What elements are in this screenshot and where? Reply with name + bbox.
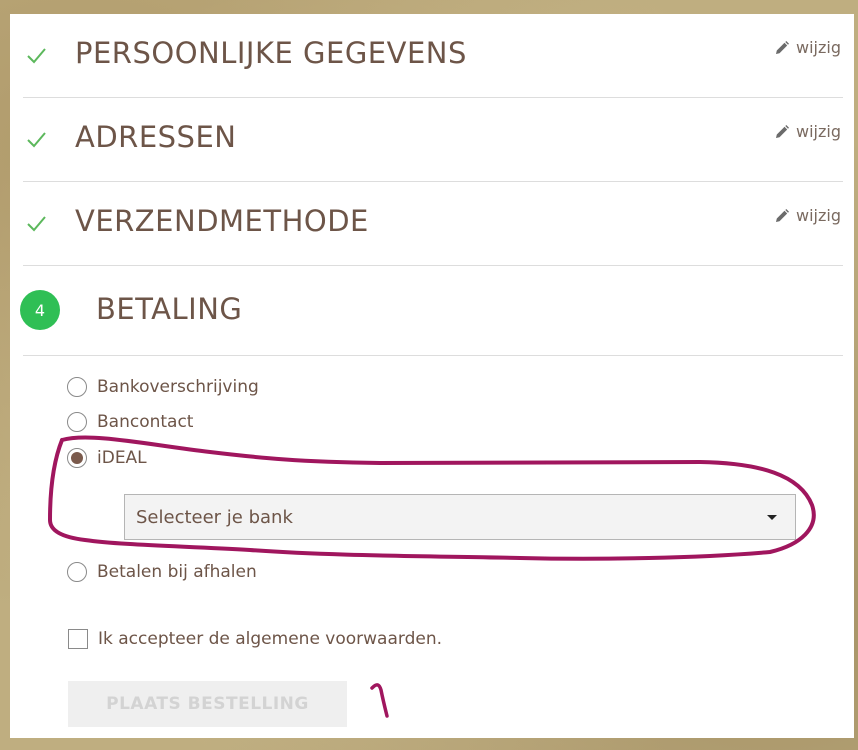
payment-option-label: Bankoverschrijving [97,377,259,397]
terms-checkbox[interactable] [68,629,88,649]
step-shipping-method: VERZENDMETHODE wijzig [23,182,843,266]
radio-button[interactable] [67,562,87,582]
edit-label: wijzig [796,38,841,57]
payment-step-title: BETALING [96,292,243,326]
payment-option-bankoverschrijving[interactable]: Bankoverschrijving [67,377,259,397]
payment-option-bancontact[interactable]: Bancontact [67,412,193,432]
pencil-icon [776,208,790,222]
pencil-icon [776,40,790,54]
radio-button-selected[interactable] [67,448,87,468]
payment-option-label: iDEAL [97,448,147,468]
bank-select-value: Selecteer je bank [136,506,293,528]
radio-button[interactable] [67,377,87,397]
edit-personal-details-link[interactable]: wijzig [774,38,841,57]
payment-option-ideal[interactable]: iDEAL [67,448,147,468]
check-icon [27,48,46,64]
checkout-panel: PERSOONLIJKE GEGEVENS wijzig ADRESSEN wi… [10,14,854,738]
edit-addresses-link[interactable]: wijzig [774,122,841,141]
edit-label: wijzig [796,206,841,225]
payment-option-label: Bancontact [97,412,194,432]
step-number-badge: 4 [20,290,60,330]
check-icon [27,132,46,148]
step-personal-details: PERSOONLIJKE GEGEVENS wijzig [23,14,843,98]
edit-label: wijzig [796,122,841,141]
radio-dot [71,452,83,464]
edit-shipping-method-link[interactable]: wijzig [774,206,841,225]
check-icon [27,216,46,232]
terms-checkbox-row[interactable]: Ik accepteer de algemene voorwaarden. [68,629,442,649]
step-title: ADRESSEN [75,120,237,154]
bank-select-dropdown[interactable]: Selecteer je bank [124,494,796,540]
step-title: PERSOONLIJKE GEGEVENS [75,36,467,70]
terms-label: Ik accepteer de algemene voorwaarden. [98,629,443,649]
step-title: VERZENDMETHODE [75,204,369,238]
step-addresses: ADRESSEN wijzig [23,98,843,182]
caret-down-icon [767,515,777,520]
section-divider [23,355,843,356]
place-order-button[interactable]: PLAATS BESTELLING [68,681,347,727]
radio-button[interactable] [67,412,87,432]
payment-option-afhalen[interactable]: Betalen bij afhalen [67,562,257,582]
payment-option-label: Betalen bij afhalen [97,562,257,582]
pencil-icon [776,124,790,138]
